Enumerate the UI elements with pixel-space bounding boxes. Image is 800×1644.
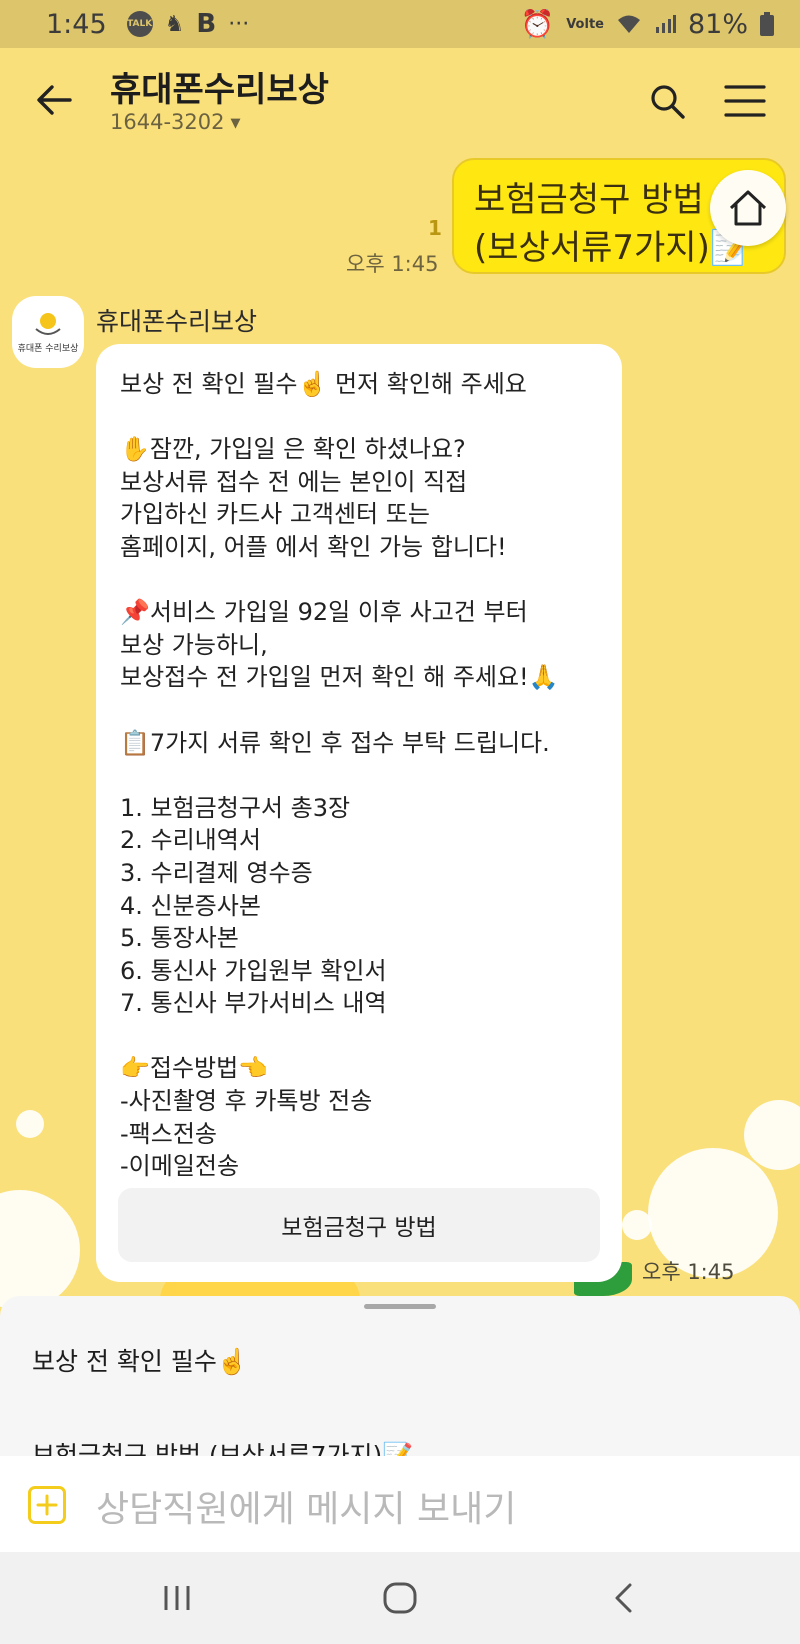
- background-bubble: [0, 1190, 80, 1310]
- status-bar: 1:45 TALK ♞ B ··· ⏰ Volte 81%: [0, 0, 800, 48]
- sheet-drag-handle[interactable]: [364, 1304, 436, 1309]
- message-input[interactable]: 상담직원에게 메시지 보내기: [96, 1480, 516, 1532]
- b-app-icon: B: [196, 9, 217, 39]
- unread-count: 1: [428, 216, 442, 240]
- received-message-card: 보상 전 확인 필수☝️ 먼저 확인해 주세요 ✋잠깐, 가입일 은 확인 하셨…: [96, 344, 622, 1282]
- quick-reply-sheet: 보상 전 확인 필수☝️ 보험금청구 방법 (보상서류7가지)📝: [0, 1296, 800, 1456]
- attach-button[interactable]: [28, 1486, 66, 1524]
- home-button[interactable]: [710, 170, 786, 246]
- wifi-icon: [617, 15, 640, 33]
- more-notifications-icon: ···: [228, 11, 250, 37]
- status-time: 1:45: [46, 8, 107, 40]
- received-message-text: 보상 전 확인 필수☝️ 먼저 확인해 주세요 ✋잠깐, 가입일 은 확인 하셨…: [120, 370, 559, 1181]
- menu-icon[interactable]: [724, 84, 766, 118]
- signal-icon: [655, 15, 676, 33]
- battery-percent: 81%: [687, 8, 748, 40]
- message-input-bar: 상담직원에게 메시지 보내기: [0, 1456, 800, 1552]
- repair-logo-icon: [35, 312, 61, 335]
- insurance-claim-button[interactable]: 보험금청구 방법: [118, 1188, 600, 1262]
- received-message-time: 오후 1:45: [642, 1260, 735, 1284]
- chevron-down-icon: ▼: [230, 115, 241, 131]
- home-icon: [729, 190, 767, 226]
- nav-back-icon[interactable]: [612, 1582, 634, 1614]
- notification-app-icon: ♞: [164, 11, 185, 37]
- plus-icon: [36, 1494, 58, 1516]
- sender-name: 휴대폰수리보상: [96, 307, 258, 336]
- back-arrow-icon[interactable]: [34, 80, 74, 120]
- quick-reply-item[interactable]: 보상 전 확인 필수☝️: [32, 1342, 248, 1378]
- chat-header: 휴대폰수리보상 1644-3202 ▼: [0, 48, 800, 148]
- avatar[interactable]: 휴대폰 수리보상: [12, 296, 84, 368]
- volte-icon: Volte: [566, 16, 604, 32]
- chat-title[interactable]: 휴대폰수리보상: [110, 62, 329, 111]
- battery-icon: [760, 12, 774, 36]
- phone-number: 1644-3202: [110, 110, 225, 134]
- alarm-icon: ⏰: [520, 9, 555, 40]
- background-bubble: [16, 1110, 44, 1138]
- phone-number-dropdown[interactable]: 1644-3202 ▼: [110, 110, 240, 134]
- search-icon[interactable]: [648, 82, 686, 120]
- quick-reply-item[interactable]: 보험금청구 방법 (보상서류7가지)📝: [32, 1436, 413, 1456]
- system-nav-bar: [0, 1552, 800, 1644]
- background-bubble: [622, 1210, 652, 1240]
- kakaotalk-notification-icon: TALK: [126, 11, 153, 37]
- nav-home-icon[interactable]: [383, 1582, 417, 1614]
- recent-apps-icon[interactable]: [162, 1584, 192, 1612]
- avatar-label: 휴대폰 수리보상: [17, 343, 79, 354]
- sent-message-time: 오후 1:45: [346, 252, 439, 276]
- background-bubble: [744, 1100, 800, 1170]
